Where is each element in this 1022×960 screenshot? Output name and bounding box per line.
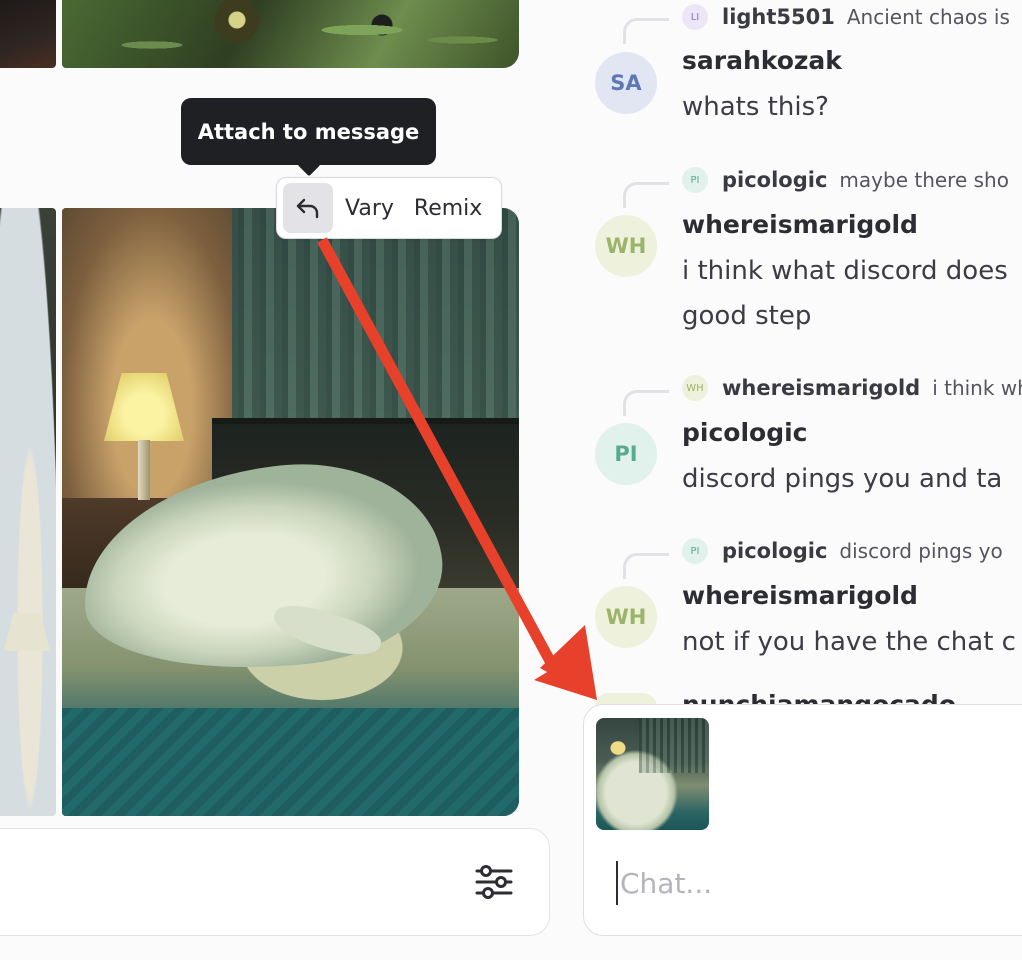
remix-button[interactable]: Remix — [404, 183, 492, 233]
lamp-shape — [4, 613, 50, 651]
reply-snippet: i think wh — [932, 376, 1022, 400]
gallery-image-bedroom-variant[interactable] — [0, 208, 56, 816]
reply-preview[interactable]: WH whereismarigold i think wh — [682, 373, 1022, 403]
prompt-bar[interactable] — [0, 828, 550, 936]
reply-username: whereismarigold — [722, 376, 921, 400]
message-text: not if you have the chat c — [682, 627, 1016, 657]
attach-reply-button[interactable] — [283, 183, 333, 233]
settings-sliders-button[interactable] — [470, 858, 518, 906]
message-username[interactable]: sarahkozak — [682, 46, 842, 75]
reply-avatar: LI — [682, 4, 708, 30]
attach-tooltip: Attach to message — [181, 98, 436, 165]
reply-username: picologic — [722, 539, 828, 563]
reply-snippet: maybe there sho — [839, 168, 1009, 192]
image-action-bar: Vary Remix — [276, 177, 502, 239]
reply-avatar: PI — [682, 167, 708, 193]
avatar[interactable]: WH — [595, 586, 657, 648]
avatar[interactable]: PI — [595, 423, 657, 485]
message-username[interactable]: whereismarigold — [682, 581, 918, 610]
reply-username: light5501 — [722, 5, 835, 29]
reply-avatar: PI — [682, 538, 708, 564]
reply-snippet: Ancient chaos is — [846, 5, 1010, 29]
message-text: discord pings you and ta — [682, 464, 1003, 494]
reply-username: picologic — [722, 168, 828, 192]
reply-preview[interactable]: PI picologic discord pings yo — [682, 536, 1003, 566]
message-text: i think what discord does — [682, 256, 1008, 286]
chat-input[interactable] — [616, 861, 1016, 905]
message-username[interactable]: picologic — [682, 418, 808, 447]
reply-arrow-icon — [296, 198, 319, 219]
attached-image-thumbnail[interactable] — [596, 718, 709, 830]
gallery-image-flowers[interactable] — [62, 0, 519, 68]
gallery-image-dark[interactable] — [0, 0, 56, 68]
message-username[interactable]: whereismarigold — [682, 210, 918, 239]
chat-composer[interactable] — [583, 704, 1022, 936]
gallery-image-beluga-bed[interactable] — [62, 208, 519, 816]
avatar[interactable]: SA — [595, 52, 657, 114]
reply-preview[interactable]: PI picologic maybe there sho — [682, 165, 1009, 195]
vary-button[interactable]: Vary — [335, 183, 404, 233]
avatar[interactable]: WH — [595, 215, 657, 277]
reply-avatar: WH — [682, 375, 708, 401]
message-text: good step — [682, 301, 812, 331]
message-text: whats this? — [682, 92, 829, 122]
sliders-icon — [475, 865, 513, 899]
reply-preview[interactable]: LI light5501 Ancient chaos is — [682, 2, 1010, 32]
reply-snippet: discord pings yo — [839, 539, 1003, 563]
